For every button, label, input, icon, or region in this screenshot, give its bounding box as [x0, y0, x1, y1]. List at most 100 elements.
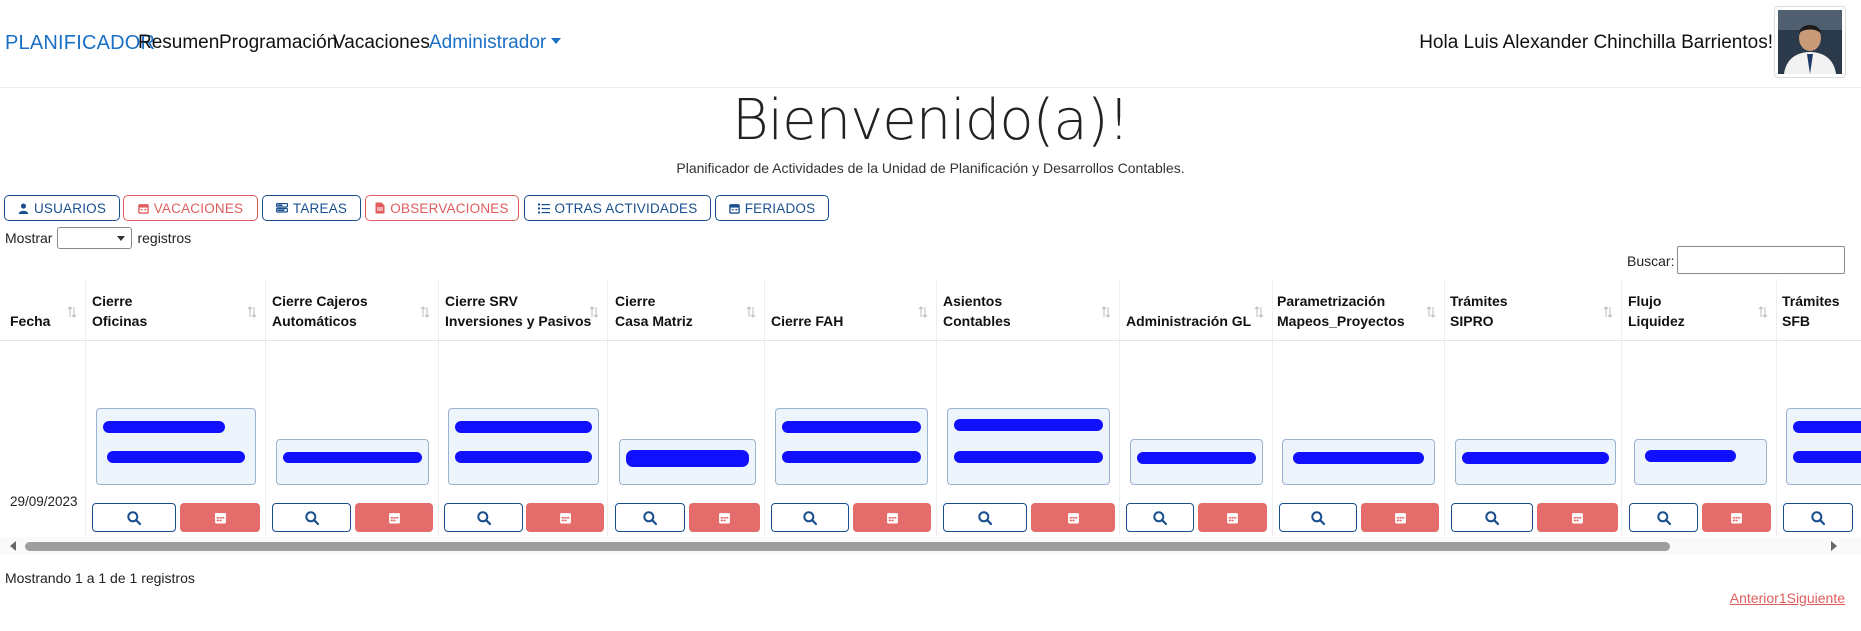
column-header-cierre-srv[interactable]: Cierre SRV Inversiones y Pasivos: [439, 279, 608, 341]
user-icon: [18, 202, 29, 214]
search-icon: [127, 510, 141, 525]
redacted-name: [1793, 451, 1861, 463]
otras-actividades-label: OTRAS ACTIVIDADES: [554, 200, 698, 216]
scrollbar-thumb[interactable]: [25, 542, 1670, 551]
view-details-button[interactable]: [615, 503, 685, 532]
nav-vacaciones[interactable]: Vacaciones: [333, 32, 430, 54]
schedule-button[interactable]: [1361, 503, 1439, 532]
redacted-name: [782, 451, 921, 463]
schedule-button[interactable]: [1198, 503, 1267, 532]
pagination-previous[interactable]: Anterior: [1730, 590, 1779, 606]
column-header-parametrizacion[interactable]: Parametrización Mapeos_Proyectos: [1273, 279, 1445, 341]
view-details-button[interactable]: [1783, 503, 1853, 532]
column-header-tramites-sfb[interactable]: Trámites SFB: [1777, 279, 1861, 341]
list-icon: [537, 203, 550, 213]
column-header-cierre-casa-matriz[interactable]: Cierre Casa Matriz: [608, 279, 765, 341]
column-header-label: Cierre Oficinas: [92, 293, 148, 329]
search-icon: [978, 510, 992, 525]
vacaciones-button[interactable]: VACACIONES: [123, 195, 258, 221]
view-details-button[interactable]: [92, 503, 176, 532]
file-icon: [375, 202, 385, 214]
sort-icon: [420, 306, 430, 318]
column-header-tramites-sipro[interactable]: Trámites SIPRO: [1445, 279, 1622, 341]
column-header-asientos-contables[interactable]: Asientos Contables: [937, 279, 1120, 341]
column-header-label: Administración GL: [1126, 313, 1252, 329]
redacted-name: [283, 452, 422, 463]
nav-programacion[interactable]: Programación: [219, 32, 337, 54]
schedule-button[interactable]: [355, 503, 433, 532]
column-header-cierre-oficinas[interactable]: Cierre Oficinas: [86, 279, 266, 341]
assignee-card[interactable]: [276, 439, 429, 485]
assignee-card[interactable]: [1634, 439, 1767, 485]
column-header-label: Cierre Cajeros Automáticos: [272, 293, 368, 329]
scroll-left-icon[interactable]: [10, 541, 16, 551]
calendar-icon: [1067, 513, 1079, 524]
sort-icon: [589, 306, 599, 318]
assignee-card[interactable]: [448, 408, 599, 485]
scroll-right-icon[interactable]: [1831, 541, 1837, 551]
observaciones-button[interactable]: OBSERVACIONES: [365, 195, 519, 221]
column-header-label: Flujo Liquidez: [1628, 293, 1685, 329]
assignee-card[interactable]: [1130, 439, 1263, 485]
view-details-button[interactable]: [444, 503, 523, 532]
assignee-card[interactable]: [96, 408, 256, 485]
column-header-fecha[interactable]: Fecha: [0, 279, 86, 341]
view-details-button[interactable]: [1629, 503, 1698, 532]
horizontal-scrollbar[interactable]: [0, 537, 1861, 555]
calendar-icon: [559, 513, 571, 524]
redacted-name: [782, 421, 921, 433]
tareas-button[interactable]: TAREAS: [262, 195, 361, 221]
search-input[interactable]: [1677, 246, 1845, 274]
search-label: Buscar:: [1627, 253, 1675, 269]
view-details-button[interactable]: [771, 503, 849, 532]
brand-link[interactable]: PLANIFICADOR: [5, 32, 155, 55]
feriados-label: FERIADOS: [744, 200, 816, 216]
schedule-button[interactable]: [689, 503, 760, 532]
schedule-button[interactable]: [526, 503, 604, 532]
column-header-flujo-liquidez[interactable]: Flujo Liquidez: [1622, 279, 1777, 341]
assignee-card[interactable]: [775, 408, 928, 485]
assignee-card[interactable]: [1455, 439, 1616, 485]
sort-icon: [746, 306, 756, 318]
view-details-button[interactable]: [1126, 503, 1194, 532]
column-header-cierre-fah[interactable]: Cierre FAH: [765, 279, 937, 341]
table-cell-date: 29/09/2023: [0, 341, 86, 536]
column-header-label: Asientos Contables: [943, 293, 1011, 329]
sort-icon: [1603, 306, 1613, 318]
assignee-card[interactable]: [619, 439, 756, 485]
column-header-label: Cierre SRV Inversiones y Pasivos: [445, 293, 592, 329]
sort-icon: [67, 306, 77, 318]
schedule-button[interactable]: [1537, 503, 1618, 532]
search-icon: [304, 510, 319, 525]
view-details-button[interactable]: [943, 503, 1027, 532]
nav-resumen[interactable]: Resumen: [138, 32, 219, 54]
avatar[interactable]: [1774, 6, 1846, 78]
avatar-photo-icon: [1778, 10, 1842, 74]
calendar-icon: [214, 513, 226, 524]
otras-actividades-button[interactable]: OTRAS ACTIVIDADES: [524, 195, 711, 221]
redacted-name: [1137, 452, 1256, 464]
view-details-button[interactable]: [272, 503, 351, 532]
view-details-button[interactable]: [1451, 503, 1533, 532]
column-header-cierre-cajeros[interactable]: Cierre Cajeros Automáticos: [266, 279, 439, 341]
usuarios-button[interactable]: USUARIOS: [4, 195, 120, 221]
feriados-button[interactable]: FERIADOS: [715, 195, 829, 221]
search-icon: [643, 510, 657, 525]
schedule-button[interactable]: [180, 503, 260, 532]
schedule-button[interactable]: [1702, 503, 1771, 532]
pagination-page[interactable]: 1: [1779, 590, 1787, 606]
redacted-name: [455, 451, 592, 463]
schedule-button[interactable]: [1031, 503, 1115, 532]
assignee-card[interactable]: [1282, 439, 1435, 485]
vacaciones-label: VACACIONES: [153, 200, 244, 216]
view-details-button[interactable]: [1279, 503, 1357, 532]
sort-icon: [247, 306, 257, 318]
schedule-button[interactable]: [853, 503, 931, 532]
column-header-administracion-gl[interactable]: Administración GL: [1120, 279, 1273, 341]
page-length-select[interactable]: [57, 227, 133, 249]
pagination-next[interactable]: Siguiente: [1787, 590, 1845, 606]
assignee-card[interactable]: [1786, 408, 1861, 485]
assignee-card[interactable]: [947, 408, 1110, 485]
redacted-name: [954, 451, 1103, 463]
nav-administrador-dropdown[interactable]: Administrador: [429, 32, 562, 54]
